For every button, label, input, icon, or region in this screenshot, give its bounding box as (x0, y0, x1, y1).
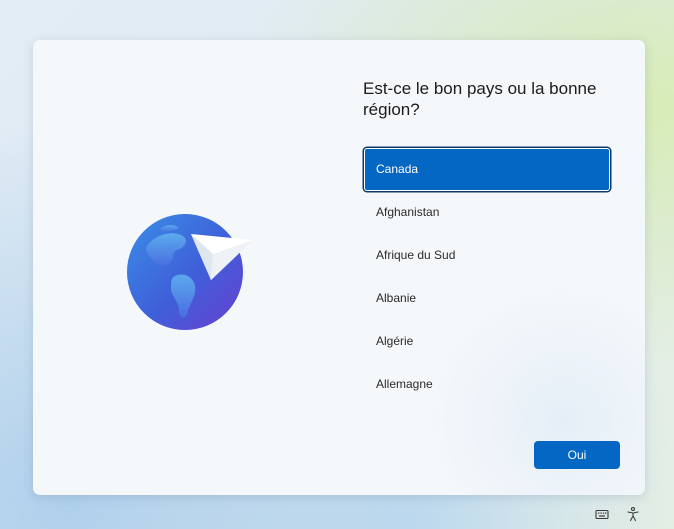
country-option[interactable]: Afghanistan (364, 191, 610, 234)
country-option[interactable]: Allemagne (364, 363, 610, 406)
country-option[interactable]: Afrique du Sud (364, 234, 610, 277)
confirm-button[interactable]: Oui (534, 441, 620, 469)
desktop-background: Est-ce le bon pays ou la bonne région? C… (0, 0, 674, 529)
page-title: Est-ce le bon pays ou la bonne région? (363, 79, 597, 119)
country-option[interactable]: Albanie (364, 277, 610, 320)
country-list[interactable]: Canada Afghanistan Afrique du Sud Albani… (364, 148, 610, 406)
setup-dialog: Est-ce le bon pays ou la bonne région? C… (33, 40, 645, 495)
keyboard-icon[interactable] (594, 506, 610, 522)
globe-with-paper-plane-icon (127, 214, 253, 330)
country-option[interactable]: Canada (364, 148, 610, 191)
accessibility-icon[interactable] (625, 506, 641, 522)
country-option[interactable]: Algérie (364, 320, 610, 363)
